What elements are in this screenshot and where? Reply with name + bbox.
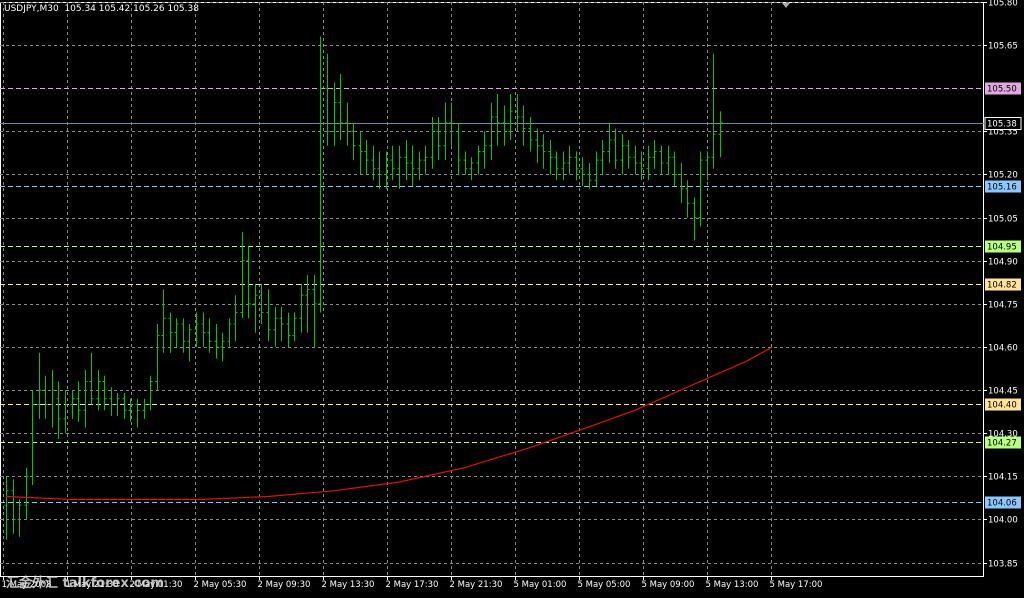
price-level-label: 104.06 <box>987 499 1017 509</box>
price-level-label: 104.82 <box>987 281 1017 291</box>
watermark: 汇金外汇 talkforex.com <box>6 576 164 591</box>
x-tick-label: 5 May 01:00 <box>514 580 567 590</box>
x-tick-label: 5 May 09:00 <box>642 580 695 590</box>
price-chart-svg: 105.80105.65105.35105.20105.05104.90104.… <box>0 0 1022 590</box>
chart-title: USDJPY,M30 105.34 105.42 105.26 105.38 <box>4 4 199 14</box>
price-level-label: 105.16 <box>987 183 1017 193</box>
y-tick-label: 104.90 <box>988 258 1018 268</box>
x-tick-label: 5 May 13:00 <box>706 580 759 590</box>
x-tick-label: 5 May 17:00 <box>770 580 823 590</box>
price-level-label: 104.27 <box>987 439 1017 449</box>
y-tick-label: 104.00 <box>988 516 1018 526</box>
y-tick-label: 105.20 <box>988 171 1018 181</box>
x-tick-label: 2 May 09:30 <box>258 580 311 590</box>
y-tick-label: 104.45 <box>988 387 1018 397</box>
y-tick-label: 104.60 <box>988 344 1018 354</box>
y-tick-label: 104.75 <box>988 301 1018 311</box>
y-tick-label: 105.05 <box>988 215 1018 225</box>
chart: 105.80 105.65 105.35 105.20 105.05 104.90 104.… <box>0 0 1024 594</box>
shift-marker-icon <box>782 3 790 8</box>
y-tick-label: 104.15 <box>988 473 1018 483</box>
y-tick-label: 103.85 <box>988 560 1018 570</box>
price-level-label: 105.38 <box>987 120 1017 130</box>
x-tick-label: 2 May 13:30 <box>322 580 375 590</box>
price-level-label: 105.50 <box>987 85 1017 95</box>
x-tick-label: 2 May 05:30 <box>194 580 247 590</box>
y-tick-label: 105.80 <box>988 0 1018 9</box>
price-level-label: 104.40 <box>987 401 1017 411</box>
x-tick-label: 2 May 21:30 <box>450 580 503 590</box>
x-tick-label: 2 May 17:30 <box>386 580 439 590</box>
x-tick-label: 5 May 05:00 <box>578 580 631 590</box>
price-level-label: 104.95 <box>987 243 1017 253</box>
y-tick-label: 105.65 <box>988 42 1018 52</box>
